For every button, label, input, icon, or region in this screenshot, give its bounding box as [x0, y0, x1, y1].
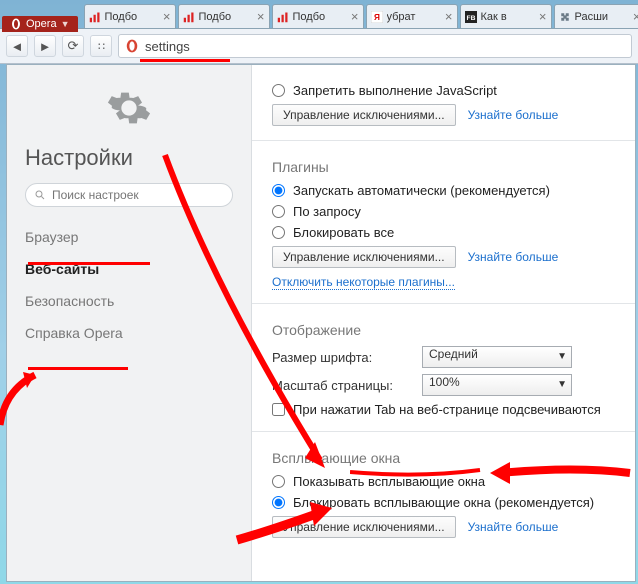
sidebar-item[interactable]: Веб-сайты [25, 253, 233, 285]
display-section-title: Отображение [272, 322, 635, 338]
bars-red-icon [89, 11, 101, 23]
js-learn-more-link[interactable]: Узнайте больше [468, 108, 559, 122]
address-bar[interactable] [118, 34, 632, 58]
tab-highlight-label: При нажатии Tab на веб-странице подсвечи… [293, 402, 601, 417]
close-icon[interactable]: × [163, 10, 171, 23]
content-window: Настройки БраузерВеб-сайтыБезопасностьСп… [6, 64, 636, 582]
annotation-underline [28, 262, 150, 265]
sidebar: Настройки БраузерВеб-сайтыБезопасностьСп… [7, 65, 252, 581]
close-icon[interactable]: × [445, 10, 453, 23]
yandex-icon: Я [371, 11, 383, 23]
popups-learn-more-link[interactable]: Узнайте больше [468, 520, 559, 534]
plugins-auto-radio[interactable] [272, 184, 285, 197]
annotation-underline [140, 59, 230, 62]
zoom-select[interactable]: 100%▼ [422, 374, 572, 396]
puzzle-icon [559, 11, 571, 23]
browser-tab[interactable]: Расши × [554, 4, 638, 28]
fontsize-label: Размер шрифта: [272, 350, 412, 365]
address-input[interactable] [145, 39, 625, 54]
close-icon[interactable]: × [539, 10, 547, 23]
plugins-blockall-label: Блокировать все [293, 225, 394, 240]
js-deny-radio[interactable] [272, 84, 285, 97]
popups-manage-exceptions-button[interactable]: Управление исключениями... [272, 516, 456, 538]
browser-tab[interactable]: Подбо × [178, 4, 270, 28]
plugins-ondemand-radio[interactable] [272, 205, 285, 218]
browser-tab[interactable]: Яубрат × [366, 4, 458, 28]
plugins-learn-more-link[interactable]: Узнайте больше [468, 250, 559, 264]
settings-search-input[interactable] [52, 188, 224, 202]
plugins-blockall-radio[interactable] [272, 226, 285, 239]
reload-button[interactable]: ⟳ [62, 35, 84, 57]
zoom-label: Масштаб страницы: [272, 378, 412, 393]
tab-title: Как в [481, 11, 535, 23]
gear-icon [25, 85, 233, 131]
forward-button[interactable]: ► [34, 35, 56, 57]
svg-text:Я: Я [374, 13, 380, 22]
popups-block-radio[interactable] [272, 496, 285, 509]
tab-strip: Подбо × Подбо × Подбо × Яубрат × FB Как в × Расши × [84, 4, 638, 28]
settings-title: Настройки [25, 145, 233, 171]
js-manage-exceptions-button[interactable]: Управление исключениями... [272, 104, 456, 126]
popups-show-radio[interactable] [272, 475, 285, 488]
speed-dial-button[interactable]: ∷ [90, 35, 112, 57]
tab-highlight-checkbox[interactable] [272, 403, 285, 416]
fontsize-select[interactable]: Средний▼ [422, 346, 572, 368]
tab-title: Подбо [293, 11, 347, 23]
sidebar-item[interactable]: Браузер [25, 221, 233, 253]
settings-content: Запретить выполнение JavaScript Управлен… [252, 65, 635, 581]
back-button[interactable]: ◄ [6, 35, 28, 57]
fb-icon: FB [465, 11, 477, 23]
toolbar: ◄ ► ⟳ ∷ [0, 28, 638, 64]
browser-tab[interactable]: Подбо × [272, 4, 364, 28]
plugins-ondemand-label: По запросу [293, 204, 361, 219]
annotation-underline [28, 367, 128, 370]
opera-icon [10, 18, 22, 30]
chevron-down-icon: ▼ [557, 379, 567, 390]
bars-red-icon [277, 11, 289, 23]
sidebar-item[interactable]: Безопасность [25, 285, 233, 317]
plugins-disable-link[interactable]: Отключить некоторые плагины... [272, 275, 455, 290]
bars-red-icon [183, 11, 195, 23]
settings-search[interactable] [25, 183, 233, 207]
close-icon[interactable]: × [257, 10, 265, 23]
chevron-down-icon: ▼ [557, 351, 567, 362]
search-icon [34, 189, 46, 201]
close-icon[interactable]: × [351, 10, 359, 23]
app-name: Opera [26, 18, 57, 30]
js-deny-label: Запретить выполнение JavaScript [293, 83, 497, 98]
popups-show-label: Показывать всплывающие окна [293, 474, 485, 489]
browser-tab[interactable]: FB Как в × [460, 4, 552, 28]
tab-title: убрат [387, 11, 441, 23]
title-bar: Opera ▼ Подбо×Подбо×Подбо×Яубрат×FBКак в… [0, 0, 638, 28]
plugins-auto-label: Запускать автоматически (рекомендуется) [293, 183, 550, 198]
popups-block-label: Блокировать всплывающие окна (рекомендуе… [293, 495, 594, 510]
opera-icon [125, 39, 139, 53]
plugins-manage-exceptions-button[interactable]: Управление исключениями... [272, 246, 456, 268]
browser-tab[interactable]: Подбо × [84, 4, 176, 28]
popups-section-title: Всплывающие окна [272, 450, 635, 466]
sidebar-item[interactable]: Справка Opera [25, 317, 233, 349]
close-icon[interactable]: × [633, 10, 638, 23]
tab-title: Подбо [199, 11, 253, 23]
svg-text:FB: FB [466, 15, 475, 22]
plugins-section-title: Плагины [272, 159, 635, 175]
tab-title: Подбо [105, 11, 159, 23]
app-badge: Opera ▼ [2, 16, 78, 32]
tab-title: Расши [575, 11, 629, 23]
